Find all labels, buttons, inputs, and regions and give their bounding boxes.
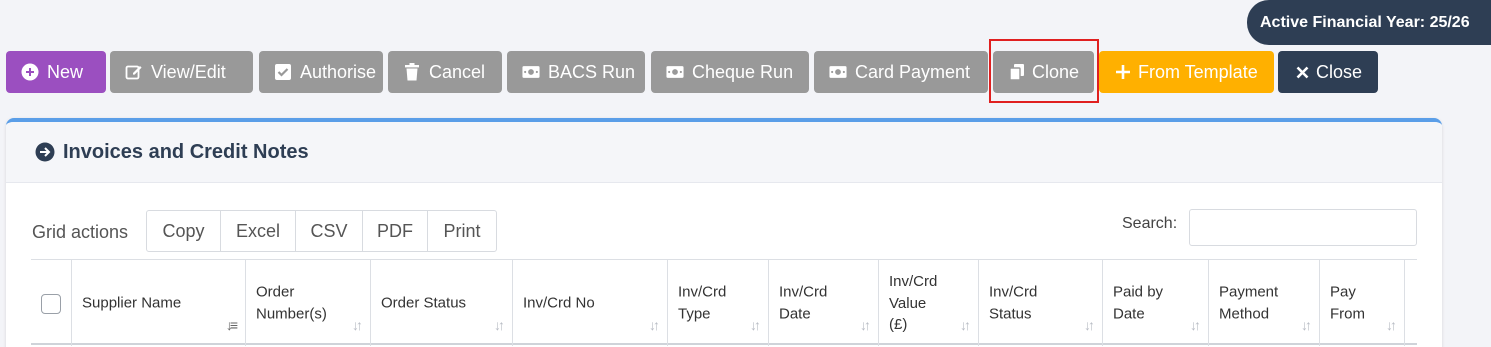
cancel-button[interactable]: Cancel: [388, 51, 502, 93]
col-label-line2: From: [1330, 305, 1365, 322]
col-label-line3: (£): [889, 315, 908, 333]
excel-button[interactable]: Excel: [221, 211, 296, 251]
from-template-button[interactable]: From Template: [1099, 51, 1274, 93]
col-supplier-name[interactable]: Supplier Name ↓≡: [72, 260, 246, 346]
sort-icon: ↓↑: [1386, 317, 1397, 333]
authorise-button[interactable]: Authorise: [259, 51, 383, 93]
copy-button[interactable]: Copy: [147, 211, 221, 251]
cheque-run-button[interactable]: Cheque Run: [651, 51, 809, 93]
table-header-row: Supplier Name ↓≡ Order Number(s) ↓↑ Order…: [31, 259, 1417, 346]
sort-icon: ↓↑: [1301, 317, 1312, 333]
col-label-line1: Payment: [1219, 283, 1279, 301]
money-bill-icon: [522, 63, 540, 81]
search-label: Search:: [1122, 215, 1178, 232]
col-inv-crd-type[interactable]: Inv/Crd Type ↓↑: [668, 260, 769, 346]
sort-icon: ↓↑: [494, 317, 505, 333]
col-label-line2: Type: [678, 305, 711, 322]
sort-icon: ↓↑: [860, 317, 871, 333]
col-label-line2: Date: [779, 305, 811, 322]
sort-asc-icon: ↓≡: [225, 317, 238, 333]
col-payment-method[interactable]: Payment Method ↓↑: [1209, 260, 1320, 346]
money-bill-icon: [829, 63, 847, 81]
grid-actions-label: Grid actions: [32, 222, 129, 242]
col-label-line1: Inv/Crd: [779, 283, 828, 301]
plus-icon: [1114, 63, 1132, 81]
col-label-line2: Method: [1219, 305, 1270, 322]
card-title: Invoices and Credit Notes: [63, 140, 309, 163]
bacs-run-button[interactable]: BACS Run: [507, 51, 645, 93]
from-template-button-label: From Template: [1138, 61, 1258, 82]
pdf-button[interactable]: PDF: [363, 211, 428, 251]
clone-button-label: Clone: [1032, 61, 1080, 82]
invoices-card: Invoices and Credit Notes Grid actions C…: [6, 118, 1442, 347]
copy-icon: [1008, 63, 1026, 81]
print-button[interactable]: Print: [428, 211, 496, 251]
col-order-status[interactable]: Order Status ↓↑: [371, 260, 513, 346]
plus-circle-icon: [21, 63, 39, 81]
view-edit-button[interactable]: View/Edit: [110, 51, 253, 93]
cheque-run-button-label: Cheque Run: [692, 61, 794, 82]
col-label-line1: Paid by: [1113, 283, 1164, 301]
sort-icon: ↓↑: [649, 317, 660, 333]
sort-icon: ↓↑: [960, 317, 971, 333]
col-label-line1: Pay: [1330, 283, 1356, 301]
col-label-line1: Supplier Name: [82, 294, 182, 312]
sort-icon: ↓↑: [352, 317, 363, 333]
money-bill-icon: [666, 63, 684, 81]
col-inv-crd-no[interactable]: Inv/Crd No ↓↑: [513, 260, 668, 346]
authorise-button-label: Authorise: [300, 61, 377, 82]
col-label-line2: Value: [889, 294, 927, 312]
col-label-line1: Inv/Crd No: [523, 294, 595, 312]
select-all-header: [31, 260, 72, 346]
search-input[interactable]: [1189, 209, 1417, 246]
sort-icon: ↓↑: [750, 317, 761, 333]
view-edit-button-label: View/Edit: [151, 61, 226, 82]
col-label-line1: Inv/Crd: [678, 283, 727, 301]
card-header: Invoices and Credit Notes: [6, 122, 1442, 183]
col-inv-crd-value[interactable]: Inv/Crd Value (£) ↓↑: [879, 260, 979, 346]
col-label-line2: Status: [989, 305, 1032, 322]
grid-actions-group: Copy Excel CSV PDF Print: [146, 210, 497, 252]
active-financial-year-badge: Active Financial Year: 25/26: [1247, 0, 1491, 45]
check-square-icon: [274, 63, 292, 81]
new-button[interactable]: New: [6, 51, 106, 93]
sort-icon: ↓↑: [1190, 317, 1201, 333]
col-inv-crd-status[interactable]: Inv/Crd Status ↓↑: [979, 260, 1103, 346]
sort-icon: ↓↑: [1084, 317, 1095, 333]
select-all-checkbox[interactable]: [41, 294, 61, 314]
clone-button[interactable]: Clone: [993, 51, 1094, 93]
trash-icon: [403, 63, 421, 81]
col-label-line2: Number(s): [256, 305, 327, 322]
cancel-button-label: Cancel: [429, 61, 486, 82]
close-button[interactable]: Close: [1278, 51, 1378, 93]
col-order-numbers[interactable]: Order Number(s) ↓↑: [246, 260, 371, 346]
col-paid-by-date[interactable]: Paid by Date ↓↑: [1103, 260, 1209, 346]
col-label-line2: Date: [1113, 305, 1145, 322]
col-label-line1: Order Status: [381, 294, 467, 312]
csv-button[interactable]: CSV: [296, 211, 363, 251]
bacs-run-button-label: BACS Run: [548, 61, 636, 82]
col-label-line1: Order: [256, 283, 295, 301]
col-inv-crd-date[interactable]: Inv/Crd Date ↓↑: [769, 260, 879, 346]
card-payment-button-label: Card Payment: [855, 61, 971, 82]
col-overflow: [1405, 260, 1417, 346]
new-button-label: New: [47, 61, 84, 82]
col-label-line1: Inv/Crd: [889, 272, 938, 290]
close-button-label: Close: [1316, 61, 1363, 82]
edit-icon: [125, 63, 143, 81]
close-icon: [1293, 63, 1311, 81]
col-label-line1: Inv/Crd: [989, 283, 1038, 301]
financial-year-text: Active Financial Year: 25/26: [1260, 13, 1470, 31]
card-payment-button[interactable]: Card Payment: [814, 51, 988, 93]
col-pay-from[interactable]: Pay From ↓↑: [1320, 260, 1405, 346]
arrow-circle-right-icon: [35, 142, 55, 162]
